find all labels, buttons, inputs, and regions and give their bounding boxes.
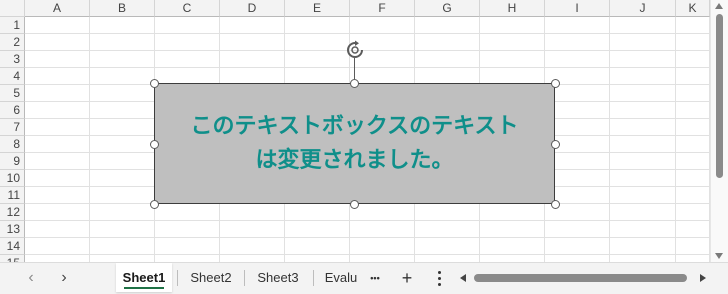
row-header-3[interactable]: 3 — [0, 51, 25, 68]
tab-sheet3-label: Sheet3 — [257, 270, 299, 285]
tab-sheet3[interactable]: Sheet3 — [249, 263, 307, 292]
row-gridline — [25, 50, 710, 51]
resize-handle-middle-right[interactable] — [551, 140, 560, 149]
tab-separator — [244, 270, 245, 286]
row-gridline — [25, 33, 710, 34]
scroll-up-icon[interactable] — [715, 3, 723, 9]
resize-handle-top-left[interactable] — [150, 79, 159, 88]
tab-evalu-label: Evalu — [324, 270, 358, 285]
vertical-scroll-thumb[interactable] — [716, 14, 723, 178]
resize-handle-bottom-middle[interactable] — [350, 200, 359, 209]
row-header-9[interactable]: 9 — [0, 153, 25, 170]
column-gridline — [89, 17, 90, 262]
more-options-icon[interactable] — [433, 268, 445, 288]
column-header-j[interactable]: J — [610, 0, 676, 17]
tab-sheet2[interactable]: Sheet2 — [182, 263, 240, 292]
row-header-11[interactable]: 11 — [0, 187, 25, 204]
rotation-stem — [354, 58, 355, 79]
row-header-10[interactable]: 10 — [0, 170, 25, 187]
vertical-scrollbar[interactable] — [710, 0, 728, 262]
row-gridline — [25, 220, 710, 221]
row-gridline — [25, 67, 710, 68]
row-header-7[interactable]: 7 — [0, 119, 25, 136]
column-header-a[interactable]: A — [25, 0, 90, 17]
resize-handle-bottom-left[interactable] — [150, 200, 159, 209]
text-box-shape[interactable]: このテキストボックスのテキスト は変更されました。 — [154, 83, 555, 204]
horizontal-scrollbar[interactable] — [458, 270, 710, 286]
select-all-corner[interactable] — [0, 0, 25, 17]
column-header-i[interactable]: I — [545, 0, 610, 17]
column-gridline — [675, 17, 676, 262]
resize-handle-top-middle[interactable] — [350, 79, 359, 88]
row-header-4[interactable]: 4 — [0, 68, 25, 85]
row-header-14[interactable]: 14 — [0, 238, 25, 255]
column-header-h[interactable]: H — [480, 0, 545, 17]
resize-handle-middle-left[interactable] — [150, 140, 159, 149]
add-sheet-icon[interactable]: + — [396, 267, 418, 289]
resize-handle-top-right[interactable] — [551, 79, 560, 88]
resize-handle-bottom-right[interactable] — [551, 200, 560, 209]
row-gridline — [25, 237, 710, 238]
row-header-13[interactable]: 13 — [0, 221, 25, 238]
tab-separator — [177, 270, 178, 286]
column-header-g[interactable]: G — [415, 0, 480, 17]
column-header-f[interactable]: F — [350, 0, 415, 17]
sheet-tab-bar: ‹ › Sheet1 Sheet2 Sheet3 Evalu ••• + — [0, 262, 728, 294]
prev-sheet-icon[interactable]: ‹ — [22, 269, 40, 287]
row-header-15[interactable]: 15 — [0, 255, 25, 262]
text-box-line-1[interactable]: このテキストボックスのテキスト — [190, 110, 518, 144]
row-header-6[interactable]: 6 — [0, 102, 25, 119]
tab-evalu[interactable]: Evalu — [318, 263, 364, 292]
tab-separator — [313, 270, 314, 286]
column-gridline — [609, 17, 610, 262]
text-box-line-2[interactable]: は変更されました。 — [255, 144, 453, 178]
column-header-b[interactable]: B — [90, 0, 155, 17]
column-header-e[interactable]: E — [285, 0, 350, 17]
column-header-c[interactable]: C — [155, 0, 220, 17]
scroll-left-icon[interactable] — [460, 274, 466, 282]
row-header-8[interactable]: 8 — [0, 136, 25, 153]
scroll-down-icon[interactable] — [715, 253, 723, 259]
row-header-5[interactable]: 5 — [0, 85, 25, 102]
row-gridline — [25, 254, 710, 255]
row-header-12[interactable]: 12 — [0, 204, 25, 221]
tab-sheet1-label: Sheet1 — [122, 270, 166, 285]
column-header-d[interactable]: D — [220, 0, 285, 17]
more-tabs-icon[interactable]: ••• — [366, 267, 384, 289]
column-header-k[interactable]: K — [676, 0, 710, 17]
tab-sheet2-label: Sheet2 — [190, 270, 232, 285]
row-header-2[interactable]: 2 — [0, 34, 25, 51]
next-sheet-icon[interactable]: › — [55, 269, 73, 287]
scroll-right-icon[interactable] — [700, 274, 706, 282]
horizontal-scroll-thumb[interactable] — [474, 274, 687, 282]
row-header-1[interactable]: 1 — [0, 17, 25, 34]
tab-sheet1[interactable]: Sheet1 — [116, 263, 172, 292]
rotate-handle-icon[interactable] — [345, 40, 365, 60]
active-tab-underline — [124, 287, 164, 289]
